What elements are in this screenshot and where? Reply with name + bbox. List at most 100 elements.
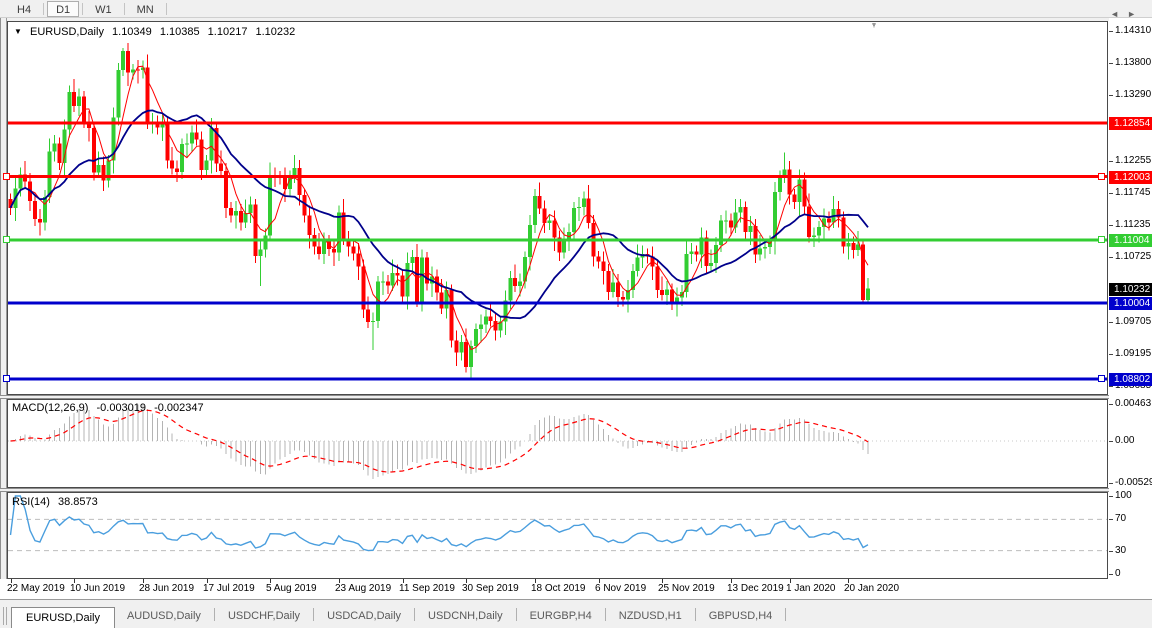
main-chart-canvas[interactable] (8, 22, 1107, 394)
hline-handle[interactable] (1098, 236, 1105, 243)
bear-candle[interactable] (356, 253, 361, 267)
bull-candle[interactable] (322, 240, 327, 254)
bull-candle[interactable] (866, 288, 870, 301)
bull-candle[interactable] (665, 289, 670, 296)
bear-candle[interactable] (606, 271, 611, 292)
bear-candle[interactable] (728, 220, 733, 228)
bull-candle[interactable] (719, 220, 723, 246)
bull-candle[interactable] (684, 253, 689, 292)
bull-candle[interactable] (459, 341, 464, 353)
chart-tab-gbpusd[interactable]: GBPUSD,H4 (697, 606, 785, 628)
bear-candle[interactable] (439, 292, 444, 309)
bear-candle[interactable] (253, 204, 258, 256)
hline-handle[interactable] (3, 375, 10, 382)
date-axis[interactable]: 22 May 2019 10 Jun 2019 28 Jun 2019 17 Jul … (0, 579, 1152, 599)
bull-candle[interactable] (748, 226, 753, 232)
bull-candle[interactable] (77, 96, 82, 107)
bear-candle[interactable] (385, 281, 390, 286)
bull-candle[interactable] (258, 249, 263, 256)
chart-tab-eurgbp[interactable]: EURGBP,H4 (518, 606, 604, 628)
bull-candle[interactable] (532, 195, 537, 225)
bear-candle[interactable] (229, 207, 233, 216)
bear-candle[interactable] (238, 211, 243, 223)
bear-candle[interactable] (351, 246, 356, 254)
bear-candle[interactable] (199, 139, 204, 170)
tabbar-grip[interactable] (3, 607, 7, 625)
bear-candle[interactable] (101, 164, 106, 181)
bear-candle[interactable] (807, 206, 812, 237)
bear-candle[interactable] (792, 194, 797, 203)
bull-candle[interactable] (611, 282, 616, 292)
bull-candle[interactable] (817, 226, 821, 236)
bear-candle[interactable] (670, 289, 674, 304)
bear-candle[interactable] (621, 296, 625, 300)
bull-candle[interactable] (508, 277, 513, 301)
bull-candle[interactable] (483, 316, 488, 325)
bear-candle[interactable] (596, 256, 601, 262)
bear-candle[interactable] (415, 257, 420, 302)
bull-candle[interactable] (523, 257, 527, 282)
bull-candle[interactable] (121, 51, 126, 71)
bear-candle[interactable] (616, 282, 621, 297)
bull-candle[interactable] (47, 151, 52, 198)
bull-candle[interactable] (635, 257, 640, 272)
bear-candle[interactable] (454, 340, 459, 353)
bull-candle[interactable] (116, 70, 121, 118)
bull-candle[interactable] (52, 143, 57, 152)
rsi-canvas[interactable] (8, 493, 1107, 578)
bull-candle[interactable] (184, 143, 189, 145)
bear-candle[interactable] (57, 143, 62, 163)
bear-candle[interactable] (660, 289, 665, 296)
bull-candle[interactable] (189, 132, 194, 144)
bull-candle[interactable] (96, 164, 101, 173)
bear-candle[interactable] (91, 128, 96, 173)
bull-candle[interactable] (336, 212, 341, 253)
bull-candle[interactable] (204, 160, 209, 170)
bull-candle[interactable] (180, 144, 184, 172)
bear-candle[interactable] (317, 246, 322, 254)
rsi-panel[interactable] (7, 492, 1108, 579)
chart-tab-audusd[interactable]: AUDUSD,Daily (115, 606, 213, 628)
main-chart-panel[interactable] (7, 21, 1108, 395)
bull-candle[interactable] (581, 198, 586, 208)
bear-candle[interactable] (586, 198, 591, 224)
bear-candle[interactable] (170, 160, 175, 169)
bear-candle[interactable] (488, 316, 493, 321)
bear-candle[interactable] (537, 195, 542, 209)
bear-candle[interactable] (72, 92, 77, 107)
bear-candle[interactable] (851, 243, 856, 251)
bull-candle[interactable] (572, 207, 576, 232)
bear-candle[interactable] (694, 251, 699, 255)
bear-candle[interactable] (826, 218, 831, 223)
bear-candle[interactable] (194, 132, 199, 140)
bear-candle[interactable] (542, 208, 547, 224)
bear-candle[interactable] (601, 261, 606, 272)
bull-candle[interactable] (410, 257, 415, 263)
chart-tab-eurusd[interactable]: EURUSD,Daily (11, 607, 115, 628)
bull-candle[interactable] (812, 235, 817, 237)
chart-dropdown-icon[interactable]: ▼ (14, 27, 22, 36)
bear-candle[interactable] (787, 169, 792, 195)
bull-candle[interactable] (42, 197, 47, 223)
price-axis[interactable]: 1.143101.138001.132901.127801.122551.117… (1109, 18, 1152, 599)
bear-candle[interactable] (704, 237, 709, 266)
bear-candle[interactable] (513, 277, 518, 287)
bull-candle[interactable] (797, 179, 802, 203)
bear-candle[interactable] (331, 248, 336, 253)
bear-candle[interactable] (37, 219, 42, 223)
bear-candle[interactable] (33, 200, 37, 220)
bull-candle[interactable] (474, 329, 478, 347)
bull-candle[interactable] (209, 128, 214, 161)
bull-candle[interactable] (478, 324, 483, 330)
bull-candle[interactable] (547, 220, 552, 224)
bull-candle[interactable] (689, 251, 694, 254)
hline-handle[interactable] (3, 236, 10, 243)
chart-tab-usdcnh[interactable]: USDCNH,Daily (416, 606, 515, 628)
bear-candle[interactable] (307, 215, 312, 236)
timeframe-button-w1[interactable]: W1 (86, 1, 121, 17)
bull-candle[interactable] (131, 69, 135, 73)
bull-candle[interactable] (777, 177, 782, 193)
bear-candle[interactable] (219, 163, 224, 172)
bull-candle[interactable] (420, 257, 425, 302)
bull-candle[interactable] (233, 211, 238, 216)
